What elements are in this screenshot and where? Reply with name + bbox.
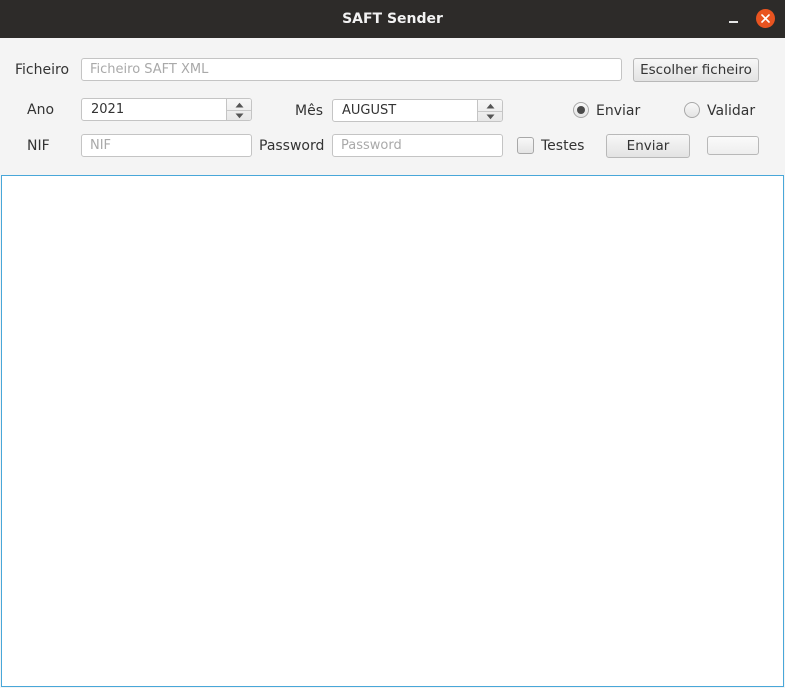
password-label: Password bbox=[259, 138, 325, 154]
nif-input[interactable] bbox=[81, 134, 252, 157]
tests-checkbox[interactable] bbox=[517, 137, 534, 154]
send-button[interactable]: Enviar bbox=[606, 134, 690, 158]
file-path-input[interactable] bbox=[81, 58, 622, 81]
tests-checkbox-label[interactable]: Testes bbox=[541, 135, 584, 157]
radio-enviar[interactable] bbox=[573, 102, 589, 118]
year-spinner-arrows[interactable] bbox=[226, 99, 251, 120]
radio-validar[interactable] bbox=[684, 102, 700, 118]
close-icon[interactable] bbox=[756, 9, 775, 28]
spinner-divider bbox=[227, 110, 251, 111]
progress-indicator bbox=[707, 136, 759, 155]
title-bar[interactable]: SAFT Sender bbox=[0, 0, 785, 38]
spinner-divider bbox=[478, 111, 502, 112]
minimize-icon[interactable] bbox=[724, 9, 744, 29]
radio-selected-dot bbox=[577, 106, 585, 114]
month-spinner-arrows[interactable] bbox=[477, 100, 502, 121]
year-value[interactable]: 2021 bbox=[91, 99, 124, 120]
year-up-arrow-icon[interactable] bbox=[235, 102, 244, 108]
month-spinner[interactable]: AUGUST bbox=[332, 99, 503, 122]
year-down-arrow-icon[interactable] bbox=[235, 113, 244, 119]
password-input[interactable] bbox=[332, 134, 503, 157]
radio-validar-label[interactable]: Validar bbox=[707, 100, 755, 122]
month-label: Mês bbox=[295, 103, 323, 119]
app-window: SAFT Sender Ficheiro Escolher ficheiro A… bbox=[0, 0, 785, 688]
year-spinner[interactable]: 2021 bbox=[81, 98, 252, 121]
window-title: SAFT Sender bbox=[342, 11, 443, 27]
file-label: Ficheiro bbox=[15, 62, 70, 78]
month-value[interactable]: AUGUST bbox=[342, 100, 396, 121]
month-up-arrow-icon[interactable] bbox=[486, 103, 495, 109]
year-label: Ano bbox=[27, 102, 55, 118]
radio-enviar-label[interactable]: Enviar bbox=[596, 100, 640, 122]
month-down-arrow-icon[interactable] bbox=[486, 114, 495, 120]
nif-label: NIF bbox=[27, 138, 50, 154]
output-text-area[interactable] bbox=[1, 175, 784, 687]
choose-file-button[interactable]: Escolher ficheiro bbox=[633, 58, 759, 82]
